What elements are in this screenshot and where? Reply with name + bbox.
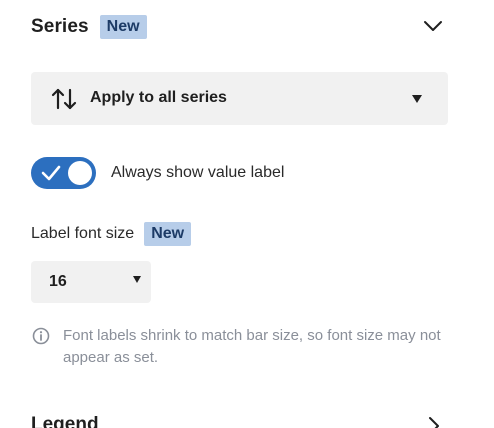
font-size-new-badge: New — [144, 222, 192, 246]
apply-to-series-select[interactable]: Apply to all series — [31, 72, 448, 125]
settings-panel: Series New Apply to all series Always sh… — [0, 0, 480, 428]
value-label-toggle-row: Always show value label — [31, 157, 451, 189]
font-size-value: 16 — [49, 273, 67, 290]
panel-edge — [480, 0, 494, 428]
info-icon — [31, 326, 51, 346]
check-icon — [41, 164, 61, 182]
caret-down-icon — [133, 276, 141, 283]
always-show-value-label-toggle[interactable] — [31, 157, 96, 189]
chevron-down-icon[interactable] — [423, 16, 443, 36]
font-size-label-row: Label font size New — [31, 221, 192, 247]
toggle-knob — [68, 161, 92, 185]
series-section-title: Series — [31, 16, 89, 37]
series-section-header[interactable]: Series New — [31, 12, 447, 42]
info-text: Font labels shrink to match bar size, so… — [63, 327, 441, 366]
series-new-badge: New — [99, 15, 147, 39]
caret-down-icon — [412, 95, 422, 103]
apply-select-value: Apply to all series — [90, 89, 227, 106]
font-size-label: Label font size — [31, 225, 135, 242]
font-size-select[interactable]: 16 — [31, 261, 151, 303]
chevron-right-icon[interactable] — [425, 416, 443, 428]
legend-section-header[interactable]: Legend — [31, 414, 447, 428]
toggle-label: Always show value label — [111, 164, 285, 181]
sort-arrows-icon — [51, 87, 77, 111]
legend-section-title: Legend — [31, 414, 99, 428]
